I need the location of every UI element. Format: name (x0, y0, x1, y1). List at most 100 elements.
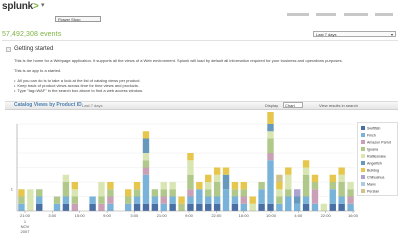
bar-segment (338, 167, 345, 175)
top-bar: splunk> ▾ (0, 0, 400, 16)
legend-item[interactable]: Chihuahua (361, 175, 384, 180)
bar-segment (329, 203, 336, 211)
legend-label: Amazon Parrot (367, 140, 391, 145)
bar-segment (347, 189, 354, 197)
nav-link-placeholder[interactable] (287, 13, 309, 16)
legend-item[interactable]: Iguana (361, 147, 378, 152)
bar-segment (62, 182, 70, 197)
x-tick-label: 4:00 (294, 213, 303, 218)
bar-segment (196, 189, 203, 204)
bar-segment (293, 196, 301, 204)
bar-segment (329, 182, 336, 190)
bar-segment (62, 203, 70, 211)
bar-segment (258, 203, 265, 211)
bar-segment (213, 182, 221, 197)
divider (2, 40, 398, 41)
bar-segment (196, 182, 203, 190)
bar-segment (267, 138, 274, 153)
view-results-link[interactable]: View results in search (319, 103, 358, 108)
bar-segment (53, 196, 61, 204)
bar-segment (160, 182, 167, 190)
collapse-toggle[interactable] (6, 47, 11, 52)
nav-link-placeholder[interactable] (316, 13, 337, 16)
bar-segment (231, 203, 239, 211)
bar-segment (213, 196, 221, 204)
nav-link-placeholder[interactable] (375, 13, 394, 16)
x-tick-label: 10:00 (266, 213, 277, 218)
legend-item[interactable]: Persian (361, 189, 379, 194)
top-nav-links (284, 3, 399, 16)
bar-segment (160, 203, 167, 211)
legend-item[interactable]: Amazon Parrot (361, 140, 391, 145)
bar-segment (169, 189, 176, 197)
bar-segment (302, 160, 310, 168)
bar-segment (53, 203, 61, 211)
bar-segment (231, 196, 239, 204)
app-selector[interactable]: Flower Shop (55, 16, 101, 22)
legend-item[interactable]: Angelfish (361, 161, 382, 166)
x-tick-label: 15:00 (75, 213, 86, 218)
bar-segment (285, 174, 292, 190)
bar-segment (124, 196, 132, 204)
legend-label: Persian (367, 189, 380, 194)
bar-segment (347, 203, 354, 211)
bar-segment (276, 189, 283, 197)
bar-segment (142, 131, 150, 139)
x-tick-label: 21:00 (20, 213, 31, 218)
bar-segment (222, 174, 230, 190)
display-select[interactable]: Chart (283, 102, 303, 108)
legend-label: Angelfish (367, 161, 382, 166)
legend-label: Bulldog (367, 168, 379, 173)
bar-segment (276, 174, 283, 182)
events-count: 57,492,308 events (2, 31, 62, 38)
bar-segment (62, 196, 70, 204)
bar-segment (124, 189, 132, 197)
getting-started-title: Getting started (14, 46, 54, 52)
legend-item[interactable]: Manx (361, 182, 376, 187)
getting-started-bullets: All you can do is to take a look at the … (14, 78, 143, 93)
bar-segment (302, 167, 310, 175)
nav-link-placeholder[interactable] (343, 13, 368, 16)
bar-segment (311, 189, 319, 204)
bar-segment (240, 196, 248, 204)
bar-segment (169, 196, 176, 204)
bar-segment (187, 196, 194, 204)
bar-segment (329, 174, 336, 182)
bar-segment (249, 203, 256, 211)
bar-segment (187, 203, 194, 211)
legend-swatch (361, 140, 365, 144)
splunk-logo[interactable]: splunk> (2, 1, 39, 12)
app-menu-chevron-icon[interactable]: ▾ (41, 1, 45, 9)
legend-swatch (361, 161, 365, 165)
time-range-picker[interactable]: Last 7 days ▾ (313, 31, 396, 37)
legend-item[interactable]: Finch (361, 133, 376, 138)
bar-segment (213, 174, 221, 182)
legend-item[interactable]: Swiftfish (361, 126, 380, 131)
bar-segment (213, 167, 221, 175)
bar-segment (187, 174, 194, 190)
bar-segment (276, 203, 283, 211)
bar-segment (142, 203, 150, 211)
legend-item[interactable]: Rattlesnake (361, 154, 386, 159)
bar-segment (151, 203, 159, 211)
legend-swatch (361, 189, 365, 193)
bar-segment (196, 203, 203, 211)
legend-label: Manx (367, 182, 376, 187)
bar-segment (18, 196, 25, 204)
legend-swatch (361, 154, 365, 158)
legend-swatch (361, 147, 365, 151)
bar-segment (18, 203, 25, 211)
bar-segment (285, 189, 292, 197)
bar-segment (36, 189, 43, 197)
bar-segment (133, 189, 141, 197)
bar-segment (18, 189, 25, 197)
legend-item[interactable]: Bulldog (361, 168, 379, 173)
x-tick-label: 21:00 (157, 213, 168, 218)
bar-segment (187, 160, 194, 175)
panel-title[interactable]: Catalog Views by Product ID (14, 102, 82, 108)
bar-segment (71, 189, 79, 197)
bar-segment (347, 196, 354, 204)
getting-started-paragraph: This is the home for a Webpage applicati… (14, 58, 343, 63)
bar-segment (36, 196, 43, 204)
bar-segment (169, 203, 176, 211)
